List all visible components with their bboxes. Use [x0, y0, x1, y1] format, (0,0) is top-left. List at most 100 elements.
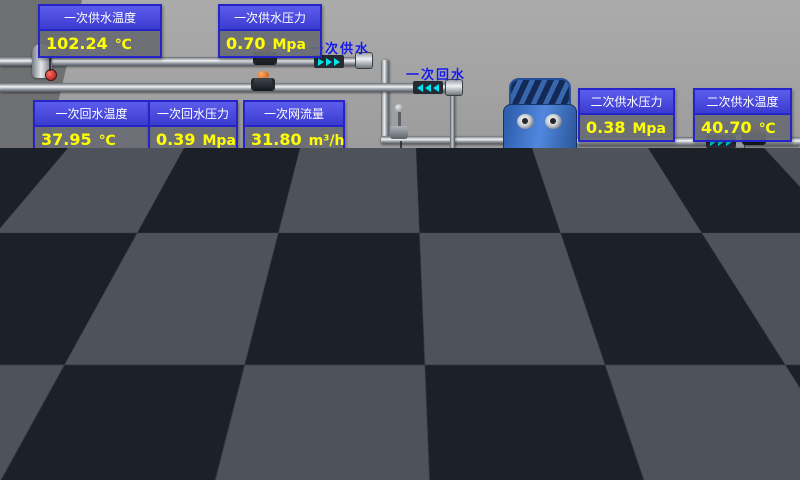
pump-flange [224, 421, 234, 435]
pump-flange [228, 355, 238, 369]
display-value: 31.80 [251, 130, 302, 149]
pipe-label-secondary-supply: 二次供水 [698, 151, 758, 170]
display-value: 0.39 [156, 130, 195, 149]
display-makeup-pump-frequency: 补水泵频率 33.88 Hz [277, 378, 373, 432]
heat-exchanger-port-icon [545, 114, 562, 129]
display-unit: m³ [87, 333, 108, 349]
valve-body-icon [544, 304, 556, 330]
control-valve-stem-icon [398, 112, 401, 126]
circulation-pump-2[interactable] [482, 190, 522, 249]
heat-exchanger-port-icon [517, 114, 534, 129]
display-label: 二次回水压力 [580, 245, 673, 270]
pipe-tank-elbow-drop [200, 363, 205, 429]
display-label: 二次回水温度 [695, 245, 790, 270]
display-label: 一次供水温度 [40, 6, 160, 31]
pipe-primary-return [0, 83, 458, 92]
heat-exchanger-port-icon [543, 182, 560, 197]
valve-bypass[interactable] [543, 296, 557, 330]
control-valve-body-icon [390, 126, 408, 139]
pump-run-indicator [443, 204, 453, 221]
pump-motor [244, 324, 270, 354]
display-label: 一次供水压力 [220, 6, 320, 31]
pipe-label-secondary-return: 二次回水 [716, 308, 776, 327]
display-value: 37.95 [41, 130, 92, 149]
pipe-label-makeup-water: 补水 [576, 401, 606, 420]
display-value: 0.38 [586, 118, 625, 137]
heat-exchanger-foot [553, 216, 567, 230]
display-primary-flow: 一次网流量 31.80m³/h [243, 100, 345, 154]
pipe-primary-supply-drop [381, 60, 389, 142]
valve-primary-return[interactable] [251, 71, 275, 91]
display-value: 5.92 [365, 182, 404, 201]
display-label: 补水泵频率 [279, 380, 371, 405]
display-unit: Mpa [202, 133, 235, 149]
pressure-gauge-icon [46, 70, 56, 80]
display-value: 0.27 [586, 273, 625, 292]
display-value: 40.70 [701, 118, 752, 137]
flow-arrows-left-icon [489, 293, 519, 306]
flow-arrows-left-icon [516, 329, 546, 342]
makeup-pump-2[interactable] [233, 390, 273, 449]
pipe-label-primary-return: 一次回水 [406, 64, 466, 83]
tank-manhole-icon [84, 358, 128, 396]
display-primary-supply-temp: 一次供水温度 102.24 ℃ [38, 4, 162, 58]
pump-cap [247, 319, 267, 326]
tank-leg [112, 414, 121, 466]
display-unit: ℃ [759, 276, 776, 292]
pump-neck [249, 354, 265, 361]
valve-body-icon [251, 78, 275, 91]
pump-volute [235, 427, 271, 449]
display-secondary-return-temp: 二次回水温度 36.63 ℃ [693, 243, 792, 297]
display-secondary-return-pressure: 二次回水压力 0.27 Mpa [578, 243, 675, 297]
pipe-tank-outlet [140, 359, 452, 367]
display-secondary-supply-pressure: 二次供水压力 0.38 Mpa [578, 88, 675, 142]
display-value: 102.24 [46, 34, 108, 53]
pump-cap [492, 185, 512, 192]
display-value: 36.63 [701, 273, 752, 292]
pump-flange [276, 355, 286, 369]
pump-run-indicator [253, 332, 263, 349]
display-unit: ℃ [99, 133, 116, 149]
pump-volute [429, 233, 465, 255]
tank-leg [62, 414, 71, 472]
display-unit: ℃ [759, 121, 776, 137]
display-unit: Mpa [272, 37, 305, 53]
hmi-heat-exchange-station-screen: 一次供水 一次回水 二次供水 二次回水 补水 一次供水温度 102.24℃ 一次… [0, 0, 800, 480]
display-primary-return-temp: 一次回水温度 37.95℃ [33, 100, 150, 154]
display-unit: Mpa [632, 121, 665, 137]
display-label: 二次供水压力 [580, 90, 673, 115]
pipe-return-branch [450, 282, 455, 334]
valve-handle-icon [545, 296, 555, 304]
flow-arrows-right-icon [570, 386, 600, 399]
display-unit: Hz [343, 411, 363, 427]
display-value: 0.70 [226, 34, 265, 53]
display-label: 一次回水压力 [150, 102, 236, 127]
makeup-pump-1[interactable] [237, 324, 277, 383]
display-label: 水箱液位高度 [35, 302, 132, 327]
pump-volute [239, 361, 275, 383]
pump-neck [245, 420, 261, 427]
control-valve-stem-icon [395, 104, 403, 112]
pump-motor [240, 390, 266, 420]
display-primary-supply-pressure: 一次供水压力 0.70 Mpa [218, 4, 322, 58]
pipe-hx-downcomer [544, 222, 549, 298]
display-primary-return-pressure: 一次回水压力 0.39 Mpa [148, 100, 238, 154]
tank-panel-seam [76, 352, 78, 414]
display-valve-opening: 阀门开度值 5.92% [357, 152, 450, 206]
tank-manhole-icon [22, 360, 66, 398]
display-secondary-supply-temp: 二次供水温度 40.70 ℃ [693, 88, 792, 142]
control-valve[interactable] [390, 104, 408, 139]
display-tank-level: 水箱液位高度 1.10m³ [33, 300, 134, 354]
pump-run-indicator [249, 398, 259, 415]
display-unit: m³/h [309, 133, 345, 149]
display-value: 33.88 [285, 408, 336, 427]
pipe-coupling [604, 384, 620, 399]
display-unit: ℃ [115, 37, 132, 53]
tank-leg [16, 414, 25, 462]
display-unit: % [411, 185, 425, 201]
display-unit: Mpa [632, 276, 665, 292]
pump-motor [489, 190, 515, 220]
pump-run-indicator [498, 198, 508, 215]
pump-volute [484, 227, 520, 249]
display-label: 二次供水温度 [695, 90, 790, 115]
